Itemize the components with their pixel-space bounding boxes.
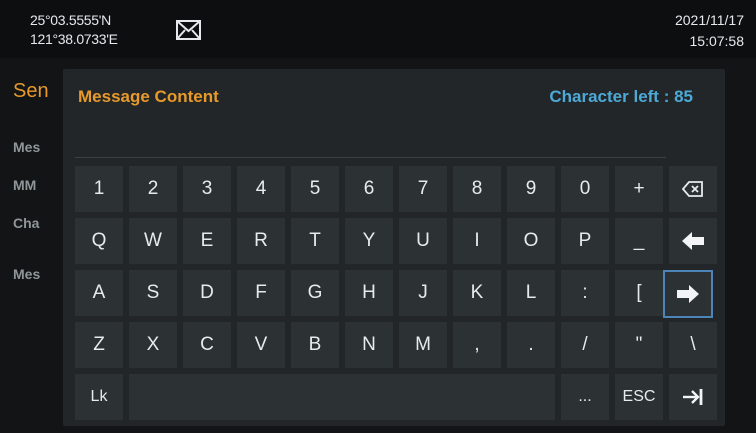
cursor-left-key[interactable]: [669, 218, 717, 264]
key-u[interactable]: U: [399, 218, 447, 264]
key-w[interactable]: W: [129, 218, 177, 264]
dialog-title: Message Content: [78, 87, 219, 106]
cursor-right-key[interactable]: [663, 270, 713, 318]
key-r[interactable]: R: [237, 218, 285, 264]
key-7[interactable]: 7: [399, 166, 447, 212]
status-bar: 25°03.5555'N 121°38.0733'E 2021/11/17 15…: [0, 0, 756, 58]
key-i[interactable]: I: [453, 218, 501, 264]
envelope-icon[interactable]: [176, 20, 201, 40]
key-d[interactable]: D: [183, 270, 231, 316]
key-colon[interactable]: :: [561, 270, 609, 316]
key-h[interactable]: H: [345, 270, 393, 316]
key-q[interactable]: Q: [75, 218, 123, 264]
page-title: Sen: [13, 80, 49, 102]
more-key[interactable]: ...: [561, 374, 609, 420]
lock-key[interactable]: Lk: [75, 374, 123, 420]
key-k[interactable]: K: [453, 270, 501, 316]
key-z[interactable]: Z: [75, 322, 123, 368]
key-3[interactable]: 3: [183, 166, 231, 212]
key-a[interactable]: A: [75, 270, 123, 316]
key-m[interactable]: M: [399, 322, 447, 368]
key-v[interactable]: V: [237, 322, 285, 368]
tab-key[interactable]: [669, 374, 717, 420]
key-6[interactable]: 6: [345, 166, 393, 212]
key-period[interactable]: .: [507, 322, 555, 368]
message-content-dialog: Message Content Character left : 85 1 2 …: [63, 69, 725, 426]
key-9[interactable]: 9: [507, 166, 555, 212]
right-arrow-icon: [677, 285, 699, 303]
character-left: Character left : 85: [549, 87, 693, 106]
key-x[interactable]: X: [129, 322, 177, 368]
key-quote[interactable]: ": [615, 322, 663, 368]
key-bracket[interactable]: [: [615, 270, 663, 316]
message-input[interactable]: [75, 119, 666, 158]
key-t[interactable]: T: [291, 218, 339, 264]
key-8[interactable]: 8: [453, 166, 501, 212]
key-g[interactable]: G: [291, 270, 339, 316]
key-plus[interactable]: +: [615, 166, 663, 212]
key-s[interactable]: S: [129, 270, 177, 316]
time: 15:07:58: [689, 33, 745, 49]
key-c[interactable]: C: [183, 322, 231, 368]
latitude: 25°03.5555'N: [30, 12, 111, 28]
key-f[interactable]: F: [237, 270, 285, 316]
key-slash[interactable]: /: [561, 322, 609, 368]
longitude: 121°38.0733'E: [30, 31, 118, 47]
key-2[interactable]: 2: [129, 166, 177, 212]
space-key[interactable]: [129, 374, 555, 420]
backspace-icon: [682, 181, 703, 197]
tab-icon: [683, 389, 703, 405]
esc-key[interactable]: ESC: [615, 374, 663, 420]
key-l[interactable]: L: [507, 270, 555, 316]
key-1[interactable]: 1: [75, 166, 123, 212]
bg-label-3: Cha: [13, 215, 40, 231]
bg-label-4: Mes: [13, 266, 41, 282]
key-underscore[interactable]: _: [615, 218, 663, 264]
date: 2021/11/17: [674, 12, 744, 28]
key-p[interactable]: P: [561, 218, 609, 264]
bg-label-1: Mes: [13, 139, 41, 155]
key-e[interactable]: E: [183, 218, 231, 264]
key-o[interactable]: O: [507, 218, 555, 264]
key-y[interactable]: Y: [345, 218, 393, 264]
key-5[interactable]: 5: [291, 166, 339, 212]
bg-label-2: MM: [13, 177, 37, 193]
left-arrow-icon: [682, 232, 704, 250]
key-0[interactable]: 0: [561, 166, 609, 212]
backspace-key[interactable]: [669, 166, 717, 212]
key-b[interactable]: B: [291, 322, 339, 368]
key-comma[interactable]: ,: [453, 322, 501, 368]
key-n[interactable]: N: [345, 322, 393, 368]
key-j[interactable]: J: [399, 270, 447, 316]
key-backslash[interactable]: \: [669, 322, 717, 368]
key-4[interactable]: 4: [237, 166, 285, 212]
